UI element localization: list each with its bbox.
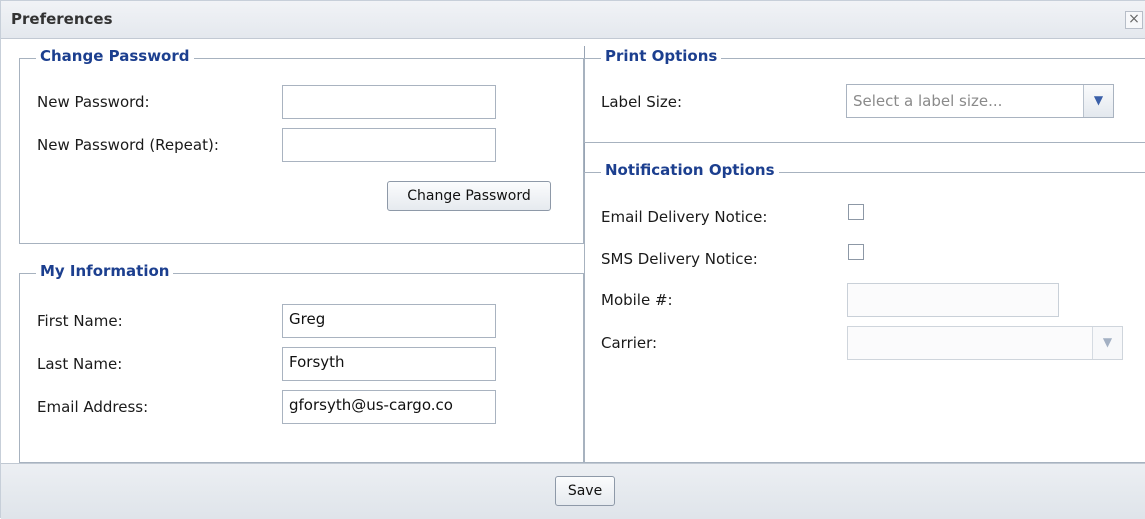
label-size-placeholder: Select a label size...: [853, 92, 1003, 110]
window-title: Preferences: [11, 10, 113, 28]
close-icon[interactable]: ×: [1125, 11, 1143, 29]
chevron-down-icon[interactable]: ▼: [1092, 327, 1122, 359]
save-button[interactable]: Save: [555, 476, 615, 506]
sms-notice-label: SMS Delivery Notice:: [601, 250, 758, 268]
last-name-label: Last Name:: [37, 355, 123, 373]
email-address-field[interactable]: gforsyth@us-cargo.co: [282, 390, 496, 424]
change-password-legend: Change Password: [36, 47, 194, 65]
preferences-window: Preferences × Change Password New Passwo…: [0, 0, 1145, 519]
email-address-label: Email Address:: [37, 398, 149, 416]
carrier-label: Carrier:: [601, 334, 658, 352]
first-name-label: First Name:: [37, 312, 123, 330]
my-information-legend: My Information: [36, 262, 174, 280]
notification-options-legend: Notification Options: [601, 161, 779, 179]
repeat-password-label: New Password (Repeat):: [37, 136, 219, 154]
repeat-password-field[interactable]: [282, 128, 496, 162]
window-titlebar[interactable]: Preferences ×: [1, 1, 1145, 39]
first-name-field[interactable]: Greg: [282, 304, 496, 338]
email-notice-checkbox[interactable]: [848, 204, 864, 220]
label-size-label: Label Size:: [601, 93, 683, 111]
label-size-select[interactable]: Select a label size... ▼: [846, 84, 1114, 118]
last-name-field[interactable]: Forsyth: [282, 347, 496, 381]
dialog-footer: Save: [1, 463, 1145, 519]
carrier-select[interactable]: ▼: [847, 326, 1123, 360]
new-password-label: New Password:: [37, 93, 150, 111]
new-password-field[interactable]: [282, 85, 496, 119]
mobile-field[interactable]: [847, 283, 1059, 317]
email-notice-label: Email Delivery Notice:: [601, 208, 768, 226]
print-options-legend: Print Options: [601, 47, 722, 65]
mobile-label: Mobile #:: [601, 291, 673, 309]
change-password-button[interactable]: Change Password: [387, 181, 551, 211]
sms-notice-checkbox[interactable]: [848, 244, 864, 260]
chevron-down-icon[interactable]: ▼: [1083, 85, 1113, 117]
